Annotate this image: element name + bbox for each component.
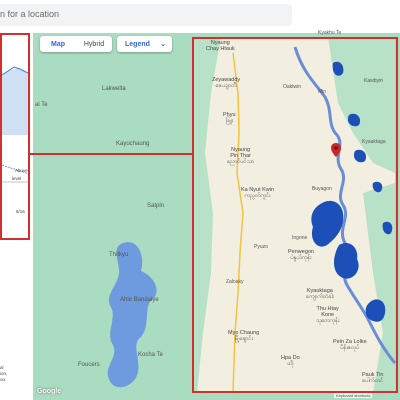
label-hpa-do: Hpa Do ဖဒို	[281, 355, 300, 367]
label-kayuchaung: Kayuchaung	[116, 141, 150, 147]
chevron-down-icon: ⌄	[160, 41, 166, 48]
label-pein-za-lolke: Pein Za Lolke ပိန်းဇလုပ်	[333, 339, 367, 351]
legend-label: Legend	[125, 40, 150, 48]
label-nyaung-pin-thar: Nyaung Pin Thar ညောင်ပင်သာ	[227, 147, 255, 165]
inset-label-level: level	[12, 176, 22, 181]
google-logo: Google	[37, 388, 62, 395]
label-thitkyu: Thitkyu	[109, 252, 129, 258]
label-ka-nyut-kwin: Ka Nyut Kwin ကညွတ်ကွင်း	[241, 187, 275, 199]
label-thu-htay-kone: Thu Htay Kone သုတေကုန်း	[316, 306, 340, 324]
label-penwegon: Penwegon ပဲနွယ်ကုန်း	[288, 249, 314, 261]
label-kyauktaga-north: Kyauktaga	[362, 139, 386, 145]
label-ai-te: ai Te	[35, 102, 48, 108]
label-phyu: Phyu ဖြူး	[223, 112, 236, 124]
highlight-frame	[192, 37, 398, 393]
map-type-control: Map Hybrid	[40, 36, 112, 52]
hybrid-button[interactable]: Hybrid	[76, 36, 112, 52]
label-ahle-bandaiye: Ahle Bandaiye	[120, 297, 159, 303]
label-zaloaky: Zaloaky	[226, 279, 244, 285]
label-kocha-te: Kocha Te	[138, 352, 163, 358]
inset-label-above: Above	[15, 168, 28, 173]
label-lakwelta: Lakwelta	[102, 86, 126, 92]
label-pyuzo: Pyuzo	[254, 244, 268, 250]
label-oaktwin: Oaktwin	[283, 84, 302, 90]
legend-button[interactable]: Legend ⌄	[117, 36, 172, 52]
label-buyagon: Buyagon	[312, 186, 332, 192]
keyboard-shortcuts-link[interactable]: Keyboard shortcuts	[334, 393, 373, 398]
footnote-line-3: on.	[0, 377, 7, 382]
label-kyauktaga: Kyauktaga ကျောက်တံခါး	[306, 288, 334, 300]
label-kyakhu-te: Kyakhu Te	[318, 30, 342, 36]
inset-chart: Above level 6/16	[0, 33, 30, 240]
search-bar[interactable]: n for a location	[0, 4, 292, 26]
search-input[interactable]: n for a location	[0, 9, 59, 19]
label-zeyawaddy: Zeyawaddy ဇေယျဝတီ	[212, 77, 241, 89]
map-button[interactable]: Map	[40, 36, 76, 52]
connector-line	[30, 153, 192, 155]
label-satpin: Satpin	[147, 203, 165, 209]
label-nyaung-chay-htauk: Nyaung Chay Htauk	[206, 40, 235, 52]
side-panel-footnote: al ion, on.	[0, 365, 7, 383]
location-pin-icon[interactable]	[331, 143, 341, 157]
label-myo-chaung: Myo Chaung မြို့ချောင်း	[228, 330, 260, 342]
label-ingone: Ingone	[292, 235, 308, 241]
inset-tick: 6/16	[16, 209, 25, 214]
label-min: Min	[318, 89, 327, 95]
label-foucers: Foucers	[78, 362, 100, 368]
label-pauk-tin: Pauk Tin ပေါက်တင်	[362, 372, 384, 384]
label-kawbyin: Kawbyin	[364, 78, 383, 84]
